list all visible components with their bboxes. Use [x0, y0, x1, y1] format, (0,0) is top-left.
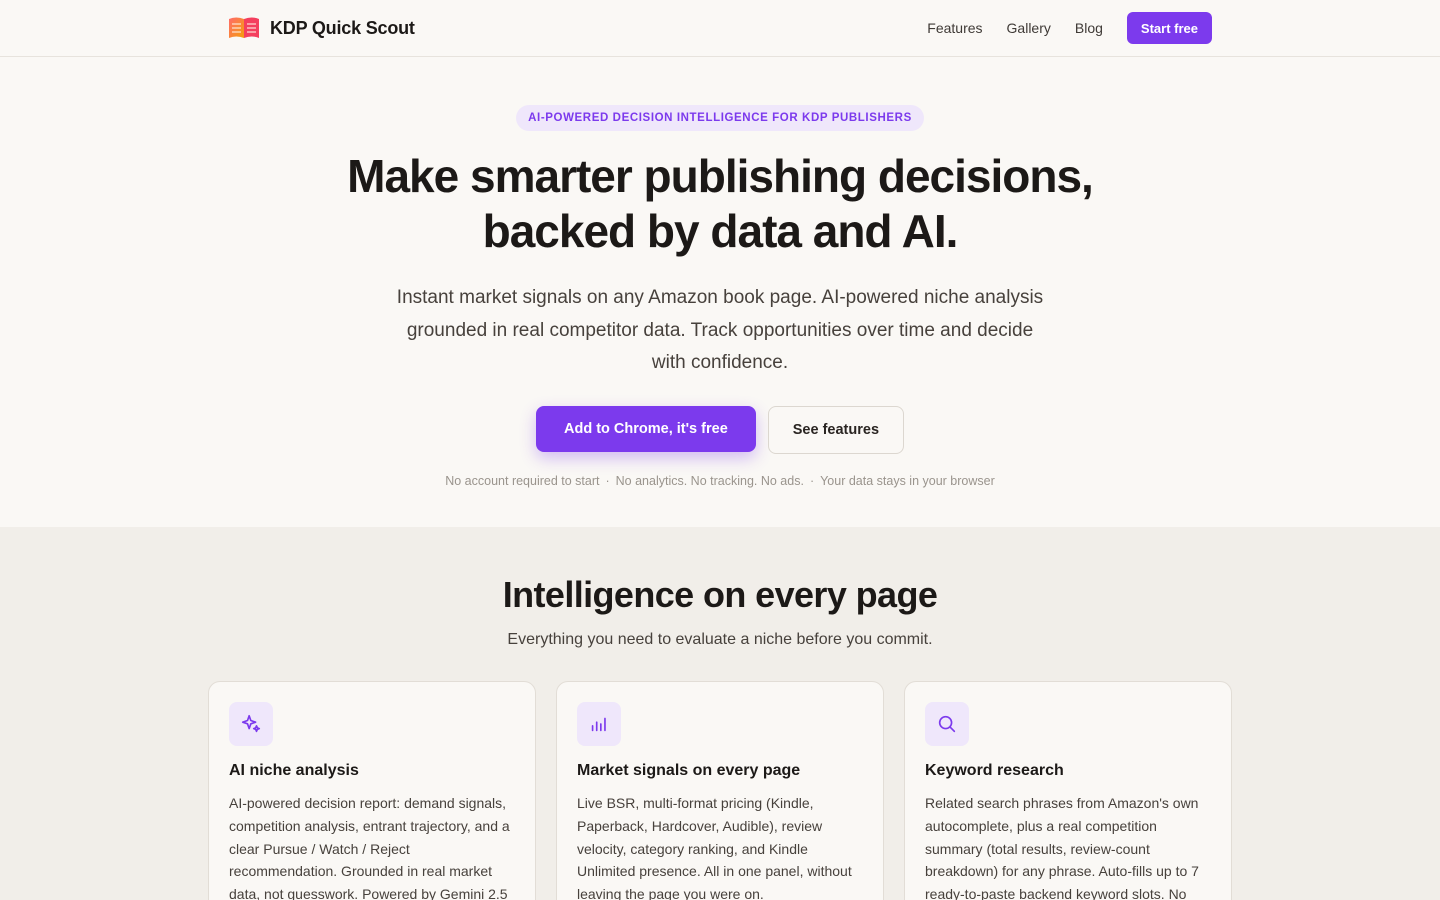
start-free-button[interactable]: Start free [1126, 12, 1212, 44]
feature-card-title: Keyword research [925, 762, 1064, 779]
trust-item-local-data: Your data stays in your browser [820, 473, 995, 488]
hero-title-line-1: Make smarter publishing decisions, [347, 150, 1094, 202]
sparkles-icon [229, 702, 273, 746]
feature-card-market-signals: Market signals on every page Live BSR, m… [556, 681, 884, 900]
hero-actions: Add to Chrome, it's free See features [0, 405, 1440, 454]
brand[interactable]: KDP Quick Scout [228, 16, 415, 40]
feature-card-title: AI niche analysis [229, 762, 359, 779]
open-book-logo-icon [229, 17, 259, 38]
feature-card-description: Related search phrases from Amazon's own… [925, 795, 1199, 900]
brand-name: KDP Quick Scout [270, 17, 415, 38]
separator-dot: · [605, 473, 610, 488]
hero-title-line-2: backed by data and AI. [482, 205, 959, 257]
separator-dot: · [809, 473, 815, 488]
trust-item-no-tracking: No analytics. No tracking. No ads. [615, 473, 804, 488]
feature-card-description: AI-powered decision report: demand signa… [229, 795, 510, 900]
hero-subtitle: Instant market signals on any Amazon boo… [396, 287, 1044, 373]
top-nav: KDP Quick Scout Features Gallery Blog St… [0, 0, 1440, 57]
feature-cards: AI niche analysis AI-powered decision re… [208, 681, 1232, 900]
nav-links: Features Gallery Blog Start free [903, 12, 1212, 44]
nav-inner: KDP Quick Scout Features Gallery Blog St… [228, 0, 1212, 56]
feature-card-keyword-research: Keyword research Related search phrases … [904, 681, 1232, 900]
feature-card-description: Live BSR, multi-format pricing (Kindle, … [577, 795, 852, 900]
bar-chart-icon [577, 702, 621, 746]
features-section: Intelligence on every page Everything yo… [0, 527, 1440, 900]
hero-section: AI-POWERED DECISION INTELLIGENCE FOR KDP… [0, 57, 1440, 527]
feature-card-title: Market signals on every page [577, 762, 801, 779]
features-subtitle: Everything you need to evaluate a niche … [507, 631, 933, 648]
features-title: Intelligence on every page [502, 574, 938, 615]
add-to-chrome-button[interactable]: Add to Chrome, it's free [535, 405, 756, 452]
hero-title: Make smarter publishing decisions, backe… [0, 149, 1440, 259]
hero-eyebrow-badge: AI-POWERED DECISION INTELLIGENCE FOR KDP… [516, 105, 924, 131]
nav-link-features[interactable]: Features [927, 20, 982, 36]
feature-card-ai-niche: AI niche analysis AI-powered decision re… [208, 681, 536, 900]
nav-link-blog[interactable]: Blog [1075, 20, 1103, 36]
nav-link-gallery[interactable]: Gallery [1007, 20, 1051, 36]
trust-line: No account required to start · No analytic… [0, 474, 1440, 488]
trust-item-no-account: No account required to start [445, 473, 600, 488]
search-icon [925, 702, 969, 746]
see-features-button[interactable]: See features [767, 405, 905, 454]
